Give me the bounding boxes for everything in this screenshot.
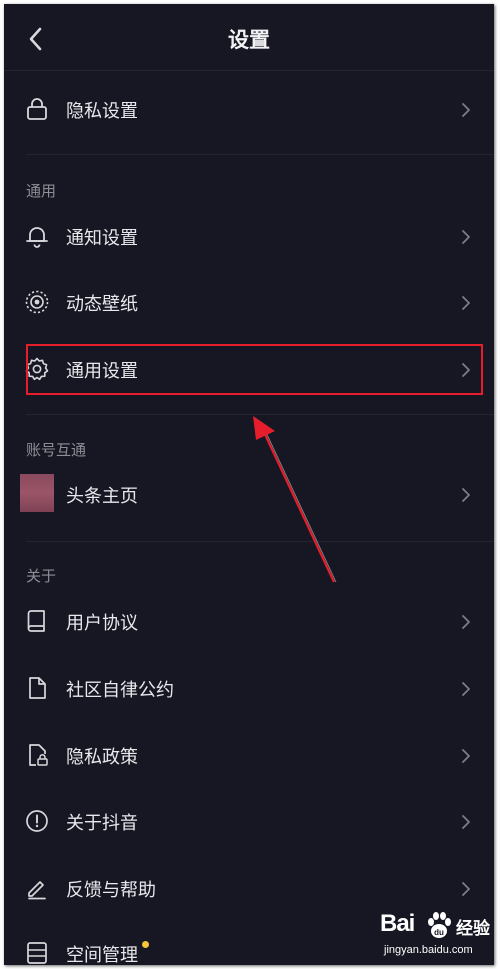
watermark-brand-suffix: 经验 [456, 919, 490, 939]
svg-text:du: du [434, 928, 444, 937]
watermark-brand: Bai [380, 910, 415, 937]
annotation-arrow [253, 416, 337, 583]
baidu-jingyan-watermark: Bai du 经验 jingyan.baidu.com [380, 910, 496, 962]
paw-icon: du [428, 912, 451, 938]
settings-screen: 设置 隐私设置 通用 通知设置 动态壁纸 通用设置 账号互通 头条主页 关于 用… [4, 4, 494, 965]
watermark-url: jingyan.baidu.com [384, 944, 473, 956]
